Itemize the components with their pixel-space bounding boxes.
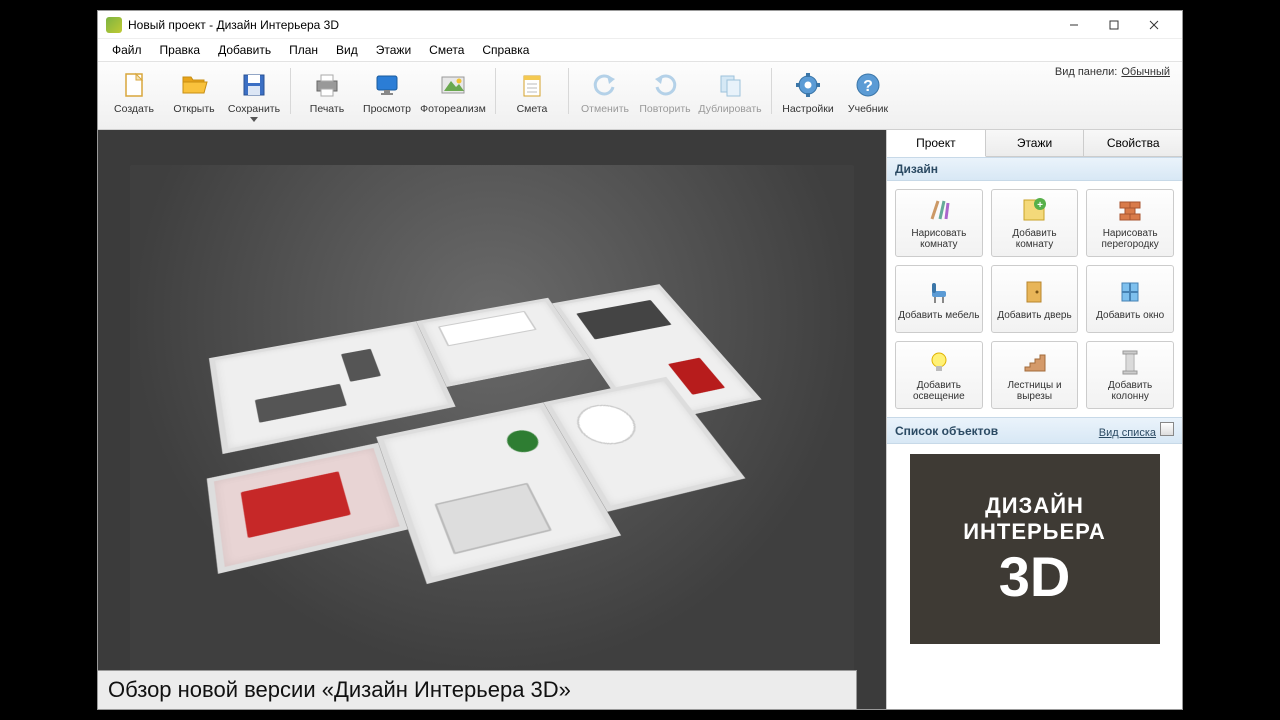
menu-plan[interactable]: План <box>281 41 326 59</box>
side-tabs: Проект Этажи Свойства <box>887 130 1182 157</box>
floorplan-render <box>130 165 855 675</box>
separator <box>771 68 772 114</box>
menu-help[interactable]: Справка <box>474 41 537 59</box>
maximize-button[interactable] <box>1094 11 1134 39</box>
folder-open-icon <box>178 69 210 101</box>
app-window: Новый проект - Дизайн Интерьера 3D Файл … <box>97 10 1183 710</box>
save-icon <box>238 69 270 101</box>
brushes-icon <box>925 196 953 224</box>
tab-project[interactable]: Проект <box>887 130 986 157</box>
preview-button[interactable]: Просмотр <box>357 66 417 118</box>
bulb-icon <box>925 348 953 376</box>
notepad-icon <box>516 69 548 101</box>
stairs-icon <box>1020 348 1048 376</box>
object-list: ДИЗАЙН ИНТЕРЬЕРА 3D <box>887 444 1182 709</box>
separator <box>290 68 291 114</box>
chevron-down-icon <box>250 117 258 122</box>
add-furniture-button[interactable]: Добавить мебель <box>895 265 983 333</box>
window-icon <box>1116 278 1144 306</box>
menu-edit[interactable]: Правка <box>152 41 209 59</box>
print-button[interactable]: Печать <box>297 66 357 118</box>
close-button[interactable] <box>1134 11 1174 39</box>
viewport-3d[interactable] <box>98 130 886 709</box>
bricks-icon <box>1116 196 1144 224</box>
separator <box>568 68 569 114</box>
app-icon <box>106 17 122 33</box>
duplicate-button[interactable]: Дублировать <box>695 66 765 118</box>
printer-icon <box>311 69 343 101</box>
save-button[interactable]: Сохранить <box>224 66 284 125</box>
add-room-icon: + <box>1020 196 1048 224</box>
workarea: Проект Этажи Свойства Дизайн Нарисовать … <box>98 130 1182 709</box>
create-button[interactable]: Создать <box>104 66 164 118</box>
settings-button[interactable]: Настройки <box>778 66 838 118</box>
titlebar: Новый проект - Дизайн Интерьера 3D <box>98 11 1182 39</box>
open-button[interactable]: Открыть <box>164 66 224 118</box>
gear-icon <box>792 69 824 101</box>
menu-file[interactable]: Файл <box>104 41 150 59</box>
duplicate-icon <box>714 69 746 101</box>
menu-floors[interactable]: Этажи <box>368 41 419 59</box>
menu-view[interactable]: Вид <box>328 41 366 59</box>
photoreal-button[interactable]: Фотореализм <box>417 66 489 118</box>
list-view-mode[interactable]: Вид списка <box>1099 422 1174 439</box>
monitor-icon <box>371 69 403 101</box>
guide-button[interactable]: ?Учебник <box>838 66 898 118</box>
toolbar: Создать Открыть Сохранить Печать Просмот… <box>98 61 1182 130</box>
add-lighting-button[interactable]: Добавить освещение <box>895 341 983 409</box>
menu-estimate[interactable]: Смета <box>421 41 472 59</box>
draw-room-button[interactable]: Нарисовать комнату <box>895 189 983 257</box>
design-grid: Нарисовать комнату +Добавить комнату Нар… <box>887 181 1182 417</box>
tab-properties[interactable]: Свойства <box>1084 130 1182 156</box>
object-list-header: Список объектов Вид списка <box>887 417 1182 444</box>
separator <box>495 68 496 114</box>
video-caption: Обзор новой версии «Дизайн Интерьера 3D» <box>97 670 857 710</box>
panel-mode-link[interactable]: Обычный <box>1121 66 1170 78</box>
column-icon <box>1116 348 1144 376</box>
redo-button[interactable]: Повторить <box>635 66 695 118</box>
estimate-button[interactable]: Смета <box>502 66 562 118</box>
svg-text:?: ? <box>863 78 873 95</box>
minimize-button[interactable] <box>1054 11 1094 39</box>
add-column-button[interactable]: Добавить колонну <box>1086 341 1174 409</box>
stairs-button[interactable]: Лестницы и вырезы <box>991 341 1079 409</box>
menu-add[interactable]: Добавить <box>210 41 279 59</box>
menubar: Файл Правка Добавить План Вид Этажи Смет… <box>98 39 1182 61</box>
add-room-button[interactable]: +Добавить комнату <box>991 189 1079 257</box>
list-view-icon <box>1160 422 1174 436</box>
door-icon <box>1020 278 1048 306</box>
tab-floors[interactable]: Этажи <box>986 130 1085 156</box>
design-section-header: Дизайн <box>887 157 1182 181</box>
svg-text:+: + <box>1038 200 1044 211</box>
add-window-button[interactable]: Добавить окно <box>1086 265 1174 333</box>
promo-logo: ДИЗАЙН ИНТЕРЬЕРА 3D <box>910 454 1160 644</box>
window-title: Новый проект - Дизайн Интерьера 3D <box>128 18 339 32</box>
chair-icon <box>925 278 953 306</box>
undo-icon <box>589 69 621 101</box>
panel-mode-label: Вид панели: <box>1055 66 1117 78</box>
new-file-icon <box>118 69 150 101</box>
draw-wall-button[interactable]: Нарисовать перегородку <box>1086 189 1174 257</box>
photoreal-icon <box>437 69 469 101</box>
redo-icon <box>649 69 681 101</box>
help-icon: ? <box>852 69 884 101</box>
side-panel: Проект Этажи Свойства Дизайн Нарисовать … <box>886 130 1182 709</box>
add-door-button[interactable]: Добавить дверь <box>991 265 1079 333</box>
undo-button[interactable]: Отменить <box>575 66 635 118</box>
